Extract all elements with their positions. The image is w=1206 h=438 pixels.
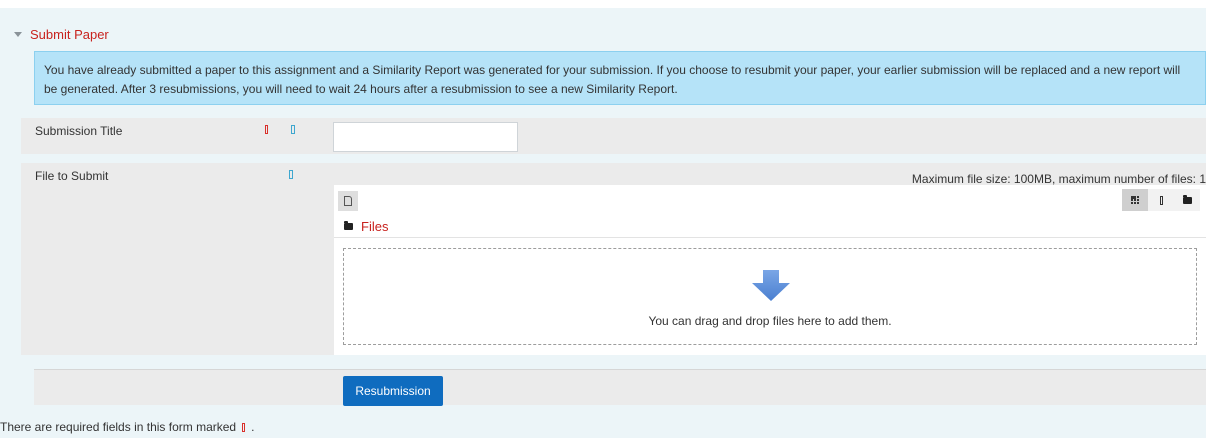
section-toggle[interactable]: Submit Paper: [14, 27, 109, 42]
folder-icon: [344, 221, 353, 230]
caret-down-icon: [14, 32, 22, 37]
view-mode-group: [1122, 189, 1200, 211]
list-view-icon: [1159, 195, 1163, 205]
file-drop-zone[interactable]: You can drag and drop files here to add …: [343, 248, 1197, 345]
add-file-button[interactable]: [338, 191, 358, 211]
path-files-link[interactable]: Files: [361, 219, 388, 234]
drop-instructions: You can drag and drop files here to add …: [648, 314, 892, 328]
required-fields-note: There are required fields in this form m…: [0, 420, 254, 434]
required-icon: [242, 422, 246, 432]
grid-view-button[interactable]: [1122, 189, 1148, 211]
required-note-text: There are required fields in this form m…: [0, 420, 237, 434]
file-limits-text: Maximum file size: 100MB, maximum number…: [911, 172, 1206, 186]
help-icon[interactable]: [289, 170, 293, 179]
help-icon[interactable]: [291, 125, 295, 134]
section-title: Submit Paper: [30, 27, 109, 42]
submit-bar: [34, 369, 1206, 405]
folder-view-icon: [1182, 194, 1192, 204]
required-icon: [265, 125, 268, 134]
drop-arrow-icon: [752, 270, 790, 301]
resubmission-alert: You have already submitted a paper to th…: [34, 51, 1206, 105]
path-divider: [334, 237, 1206, 238]
path-breadcrumb[interactable]: Files: [344, 219, 388, 234]
grid-view-icon: [1130, 195, 1140, 205]
file-submit-label: File to Submit: [35, 169, 109, 183]
alert-message: You have already submitted a paper to th…: [44, 63, 1181, 96]
file-picker: Files You can drag and drop files here t…: [334, 185, 1206, 355]
submission-title-label: Submission Title: [35, 124, 123, 138]
list-view-button[interactable]: [1148, 189, 1174, 211]
required-note-end: .: [251, 420, 255, 434]
resubmission-button[interactable]: Resubmission: [343, 376, 443, 406]
folder-view-button[interactable]: [1174, 189, 1200, 211]
add-file-icon: [344, 196, 352, 206]
submission-title-input[interactable]: [333, 122, 518, 152]
submission-title-row: Submission Title: [21, 118, 1206, 154]
